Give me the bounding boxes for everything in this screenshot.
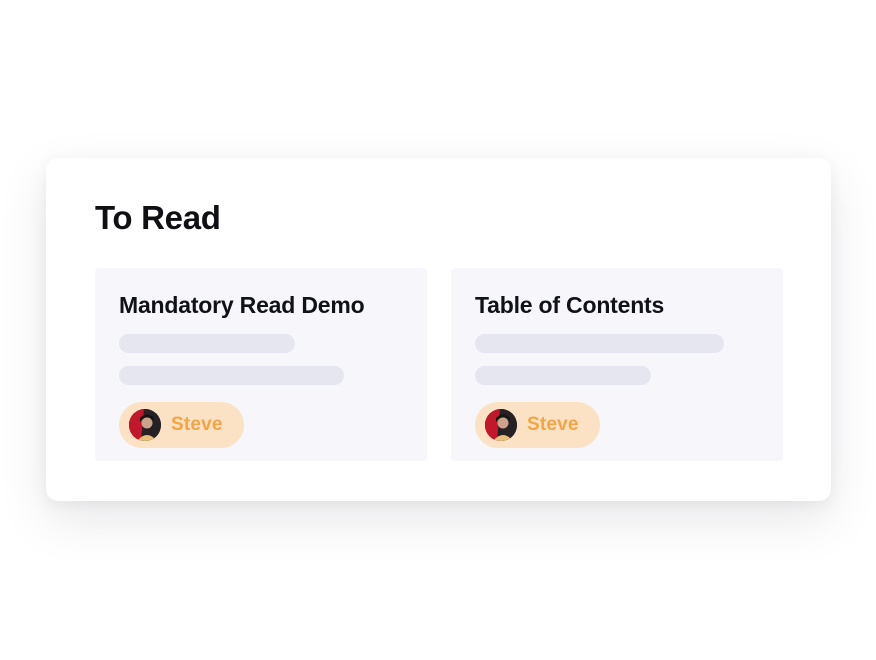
placeholder-line xyxy=(119,366,344,385)
card-title: Table of Contents xyxy=(475,292,665,318)
placeholder-line xyxy=(475,366,651,385)
to-read-panel: To Read Mandatory Read Demo Steve Table … xyxy=(46,158,831,501)
user-avatar-icon xyxy=(129,409,161,441)
assignee-chip[interactable]: Steve xyxy=(119,402,244,448)
panel-title: To Read xyxy=(95,199,221,236)
assignee-name: Steve xyxy=(171,414,223,435)
document-card-mandatory-read-demo[interactable]: Mandatory Read Demo Steve xyxy=(95,268,427,461)
assignee-chip[interactable]: Steve xyxy=(475,402,600,448)
user-avatar-icon xyxy=(485,409,517,441)
document-card-table-of-contents[interactable]: Table of Contents Steve xyxy=(451,268,783,461)
card-title: Mandatory Read Demo xyxy=(119,292,365,318)
placeholder-line xyxy=(119,334,295,353)
placeholder-line xyxy=(475,334,724,353)
assignee-name: Steve xyxy=(527,414,579,435)
